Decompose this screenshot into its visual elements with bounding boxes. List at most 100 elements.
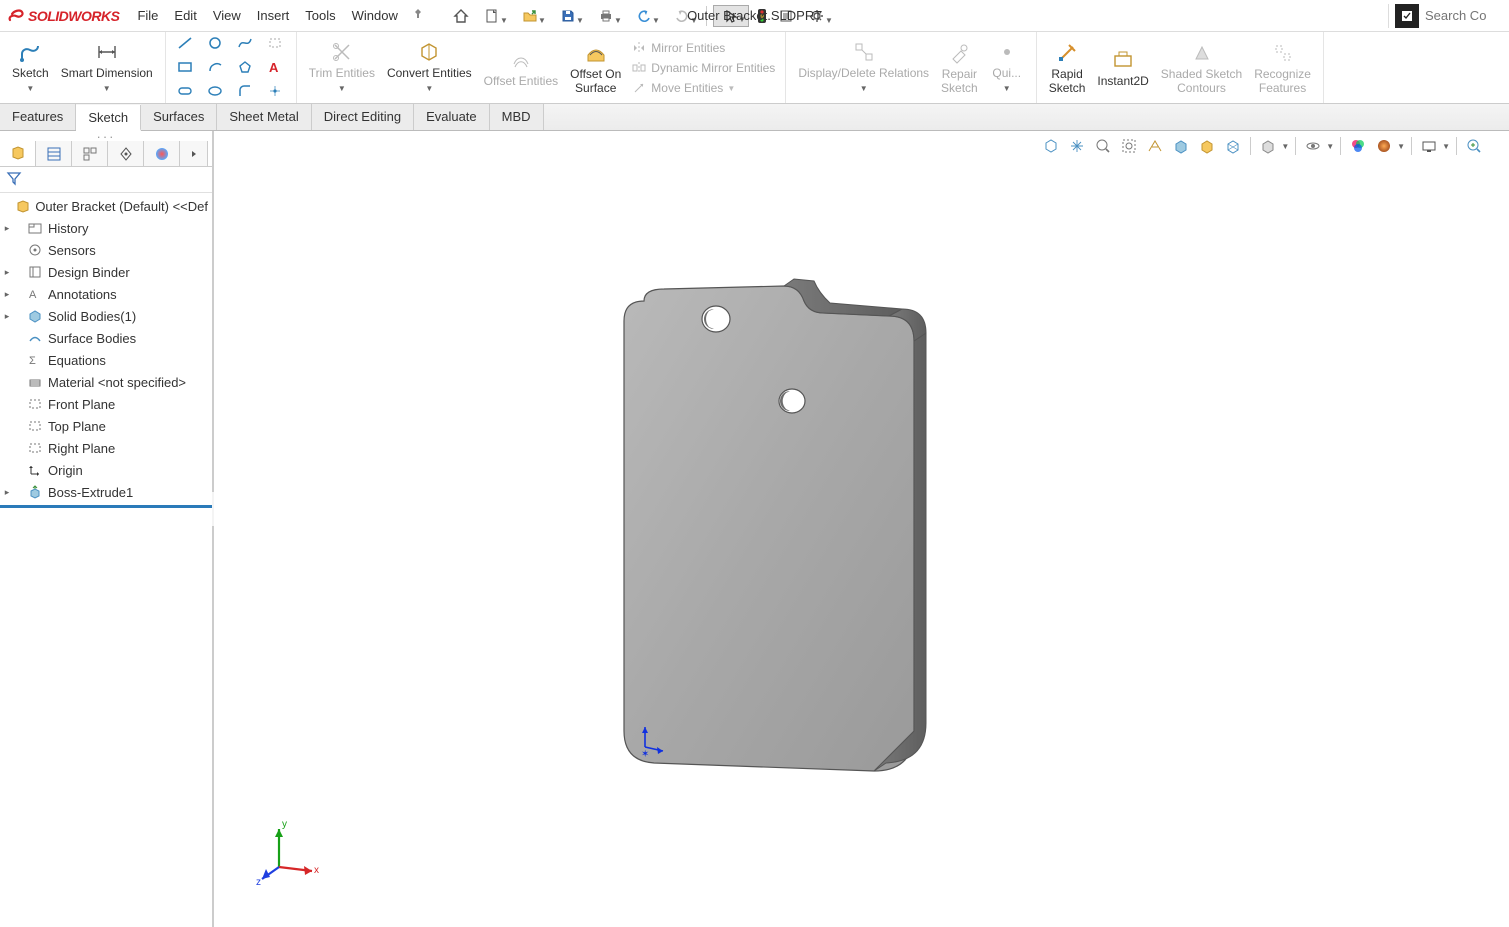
fm-tab-more-icon[interactable] [180, 141, 208, 166]
tab-surfaces[interactable]: Surfaces [141, 104, 217, 130]
view-orientation-icon[interactable] [1170, 135, 1192, 157]
plane-entity-icon[interactable] [262, 33, 288, 53]
tree-solid-bodies[interactable]: ▸Solid Bodies(1) [0, 305, 212, 327]
edit-appearance-icon[interactable] [1257, 135, 1279, 157]
instant2d-button[interactable]: Instant2D [1091, 46, 1154, 90]
view-settings-icon[interactable] [1418, 135, 1440, 157]
shaded-sketch-contours-button[interactable]: Shaded SketchContours [1155, 39, 1248, 97]
view-triad[interactable]: y x z [254, 817, 324, 887]
apply-scene-icon[interactable] [1302, 135, 1324, 157]
circle-icon[interactable] [202, 33, 228, 53]
tree-right-plane[interactable]: Right Plane [0, 437, 212, 459]
offset-on-surface-button[interactable]: Offset On Surface [564, 39, 627, 97]
print-icon[interactable]: ▼ [588, 5, 624, 27]
text-icon[interactable]: A [262, 57, 288, 77]
tab-sheet-metal[interactable]: Sheet Metal [217, 104, 311, 130]
tree-boss-extrude[interactable]: ▸Boss-Extrude1 [0, 481, 212, 503]
repair-sketch-button[interactable]: RepairSketch [935, 39, 984, 97]
hide-show-icon[interactable] [1222, 135, 1244, 157]
tree-front-plane[interactable]: Front Plane [0, 393, 212, 415]
zoom-to-fit-icon[interactable] [1040, 135, 1062, 157]
fm-tab-dimxpert-icon[interactable] [108, 141, 144, 166]
dynamic-mirror-button[interactable]: Dynamic Mirror Entities [627, 58, 779, 78]
polygon-icon[interactable] [232, 57, 258, 77]
tab-features[interactable]: Features [0, 104, 76, 130]
point-icon[interactable] [262, 81, 288, 101]
appearance-rgb-icon[interactable] [1347, 135, 1369, 157]
home-icon[interactable] [450, 5, 472, 27]
undo-icon[interactable]: ▼ [626, 5, 662, 27]
fm-tab-property-icon[interactable] [36, 141, 72, 166]
tree-material[interactable]: Material <not specified> [0, 371, 212, 393]
folder-icon [26, 219, 44, 237]
ellipse-icon[interactable] [202, 81, 228, 101]
tree-annotations[interactable]: ▸AAnnotations [0, 283, 212, 305]
display-style-icon[interactable] [1196, 135, 1218, 157]
tree-top-plane[interactable]: Top Plane [0, 415, 212, 437]
quick-snaps-button[interactable]: Qui...▼ [984, 38, 1030, 98]
tree-design-binder[interactable]: ▸Design Binder [0, 261, 212, 283]
part-icon [15, 197, 31, 215]
surface-body-icon [26, 329, 44, 347]
menu-window[interactable]: Window [344, 4, 406, 27]
slot-icon[interactable] [172, 81, 198, 101]
tree-rollback-bar[interactable] [0, 505, 212, 508]
fm-tab-tree-icon[interactable] [0, 141, 36, 166]
app-name: SOLIDWORKS [28, 8, 119, 24]
sketch-button[interactable]: Sketch▼ [6, 38, 55, 98]
previous-view-icon[interactable] [1092, 135, 1114, 157]
panel-grip[interactable] [0, 131, 212, 141]
spline-icon[interactable] [232, 33, 258, 53]
dynamic-annotations-icon[interactable] [1144, 135, 1166, 157]
tree-sensors[interactable]: Sensors [0, 239, 212, 261]
menu-file[interactable]: File [129, 4, 166, 27]
section-view-icon[interactable] [1118, 135, 1140, 157]
tab-evaluate[interactable]: Evaluate [414, 104, 490, 130]
tree-equations[interactable]: ΣEquations [0, 349, 212, 371]
fm-tab-display-icon[interactable] [144, 141, 180, 166]
tree-history[interactable]: ▸History [0, 217, 212, 239]
part-3d-view[interactable] [614, 271, 934, 791]
open-icon[interactable]: ▼ [512, 5, 548, 27]
annotations-icon: A [26, 285, 44, 303]
filter-icon[interactable] [6, 170, 22, 189]
trim-entities-button[interactable]: Trim Entities▼ [303, 38, 381, 98]
mirror-entities-button[interactable]: Mirror Entities [627, 38, 779, 58]
feature-tree: Outer Bracket (Default) <<Def ▸History S… [0, 193, 212, 927]
smart-dimension-button[interactable]: Smart Dimension▼ [55, 38, 159, 98]
plane-icon [26, 395, 44, 413]
3d-views-icon[interactable] [1463, 135, 1485, 157]
display-delete-relations-button[interactable]: Display/Delete Relations▼ [792, 38, 935, 98]
search-input[interactable] [1419, 4, 1509, 27]
menu-tools[interactable]: Tools [297, 4, 343, 27]
zoom-to-area-icon[interactable] [1066, 135, 1088, 157]
menu-insert[interactable]: Insert [249, 4, 298, 27]
appearance-sphere-icon[interactable] [1373, 135, 1395, 157]
tree-surface-bodies[interactable]: Surface Bodies [0, 327, 212, 349]
material-icon [26, 373, 44, 391]
offset-entities-button[interactable]: Offset Entities [478, 46, 564, 90]
recognize-features-button[interactable]: RecognizeFeatures [1248, 39, 1317, 97]
pin-icon[interactable] [406, 8, 430, 23]
command-search-icon[interactable] [1395, 4, 1419, 28]
search-wrap [1388, 4, 1509, 28]
menu-edit[interactable]: Edit [166, 4, 204, 27]
menu-bar: SOLIDWORKS File Edit View Insert Tools W… [0, 0, 1509, 32]
convert-entities-button[interactable]: Convert Entities▼ [381, 38, 478, 98]
fillet-icon[interactable] [232, 81, 258, 101]
tree-root[interactable]: Outer Bracket (Default) <<Def [0, 195, 212, 217]
tab-mbd[interactable]: MBD [490, 104, 544, 130]
move-entities-button[interactable]: Move Entities▼ [627, 78, 779, 98]
new-icon[interactable]: ▼ [474, 5, 510, 27]
save-icon[interactable]: ▼ [550, 5, 586, 27]
tab-sketch[interactable]: Sketch [76, 105, 141, 131]
tab-direct-editing[interactable]: Direct Editing [312, 104, 414, 130]
tree-origin[interactable]: Origin [0, 459, 212, 481]
rapid-sketch-button[interactable]: RapidSketch [1043, 39, 1092, 97]
line-icon[interactable] [172, 33, 198, 53]
menu-view[interactable]: View [205, 4, 249, 27]
rectangle-icon[interactable] [172, 57, 198, 77]
fm-tab-config-icon[interactable] [72, 141, 108, 166]
arc-icon[interactable] [202, 57, 228, 77]
graphics-area[interactable]: ▼ ▼ ▼ ▼ [214, 131, 1509, 927]
